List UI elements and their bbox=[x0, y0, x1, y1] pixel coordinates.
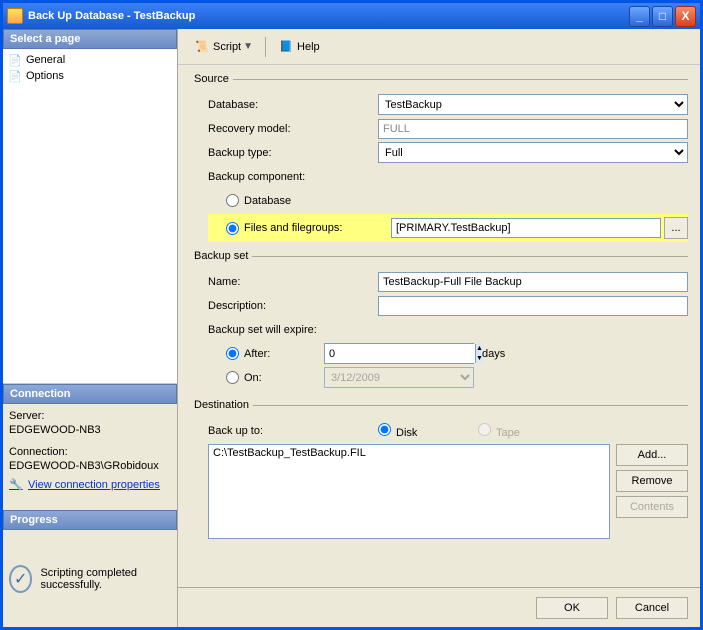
database-label: Database: bbox=[208, 99, 378, 111]
titlebar: Back Up Database - TestBackup _ □ X bbox=[3, 3, 700, 29]
page-item-general[interactable]: 📄 General bbox=[7, 52, 173, 68]
backup-set-legend: Backup set bbox=[190, 250, 252, 262]
properties-icon: 🔧 bbox=[9, 478, 25, 492]
page-icon: 📄 bbox=[7, 69, 23, 83]
tape-radio bbox=[478, 423, 491, 436]
after-spinner[interactable]: ▲ ▼ bbox=[324, 343, 474, 364]
database-radio[interactable] bbox=[226, 194, 239, 207]
chevron-down-icon: ▼ bbox=[243, 41, 253, 52]
select-page-header: Select a page bbox=[3, 29, 177, 49]
help-button[interactable]: 📘 Help bbox=[272, 36, 326, 58]
add-button[interactable]: Add... bbox=[616, 444, 688, 466]
disk-radio[interactable] bbox=[378, 423, 391, 436]
after-label: After: bbox=[244, 348, 324, 360]
page-item-options[interactable]: 📄 Options bbox=[7, 68, 173, 84]
backup-type-select[interactable]: Full bbox=[378, 142, 688, 163]
expire-label: Backup set will expire: bbox=[208, 324, 378, 336]
script-icon: 📜 bbox=[194, 39, 210, 55]
after-value[interactable] bbox=[325, 344, 475, 363]
files-radio[interactable] bbox=[226, 222, 239, 235]
recovery-model-label: Recovery model: bbox=[208, 123, 378, 135]
description-label: Description: bbox=[208, 300, 378, 312]
tape-radio-label: Tape bbox=[496, 427, 520, 439]
cancel-button[interactable]: Cancel bbox=[616, 597, 688, 619]
connection-value: EDGEWOOD-NB3\GRobidoux bbox=[9, 460, 171, 472]
backup-to-label: Back up to: bbox=[208, 425, 378, 437]
app-icon bbox=[7, 8, 23, 24]
after-unit: days bbox=[482, 348, 505, 360]
on-date-select: 3/12/2009 bbox=[324, 367, 474, 388]
files-radio-label: Files and filegroups: bbox=[244, 222, 391, 234]
help-icon: 📘 bbox=[278, 39, 294, 55]
disk-radio-label: Disk bbox=[396, 427, 417, 439]
script-label: Script bbox=[213, 41, 241, 53]
database-select[interactable]: TestBackup bbox=[378, 94, 688, 115]
page-label: General bbox=[26, 54, 65, 66]
progress-status: Scripting completed successfully. bbox=[40, 567, 171, 591]
files-browse-button[interactable]: ... bbox=[664, 217, 688, 239]
progress-header: Progress bbox=[3, 510, 177, 530]
recovery-model-field bbox=[378, 119, 688, 139]
destination-legend: Destination bbox=[190, 399, 253, 411]
destination-path[interactable]: C:\TestBackup_TestBackup.FIL bbox=[213, 447, 605, 459]
connection-label: Connection: bbox=[9, 446, 171, 458]
progress-check-icon: ✓ bbox=[9, 565, 32, 593]
close-button[interactable]: X bbox=[675, 6, 696, 27]
backup-type-label: Backup type: bbox=[208, 147, 378, 159]
server-value: EDGEWOOD-NB3 bbox=[9, 424, 171, 436]
help-label: Help bbox=[297, 41, 320, 53]
remove-button[interactable]: Remove bbox=[616, 470, 688, 492]
after-radio[interactable] bbox=[226, 347, 239, 360]
link-label: View connection properties bbox=[28, 479, 160, 491]
maximize-button[interactable]: □ bbox=[652, 6, 673, 27]
files-field[interactable] bbox=[391, 218, 661, 238]
source-legend: Source bbox=[190, 73, 233, 85]
server-label: Server: bbox=[9, 410, 171, 422]
destination-list[interactable]: C:\TestBackup_TestBackup.FIL bbox=[208, 444, 610, 539]
view-connection-properties-link[interactable]: 🔧 View connection properties bbox=[9, 478, 171, 492]
description-field[interactable] bbox=[378, 296, 688, 316]
on-label: On: bbox=[244, 372, 324, 384]
ok-button[interactable]: OK bbox=[536, 597, 608, 619]
connection-header: Connection bbox=[3, 384, 177, 404]
contents-button: Contents bbox=[616, 496, 688, 518]
name-field[interactable] bbox=[378, 272, 688, 292]
on-radio[interactable] bbox=[226, 371, 239, 384]
window-title: Back Up Database - TestBackup bbox=[28, 10, 627, 22]
page-label: Options bbox=[26, 70, 64, 82]
script-button[interactable]: 📜 Script ▼ bbox=[188, 36, 259, 58]
backup-component-label: Backup component: bbox=[208, 171, 378, 183]
page-icon: 📄 bbox=[7, 53, 23, 67]
minimize-button[interactable]: _ bbox=[629, 6, 650, 27]
name-label: Name: bbox=[208, 276, 378, 288]
page-list: 📄 General 📄 Options bbox=[3, 49, 177, 384]
database-radio-label: Database bbox=[244, 195, 291, 207]
